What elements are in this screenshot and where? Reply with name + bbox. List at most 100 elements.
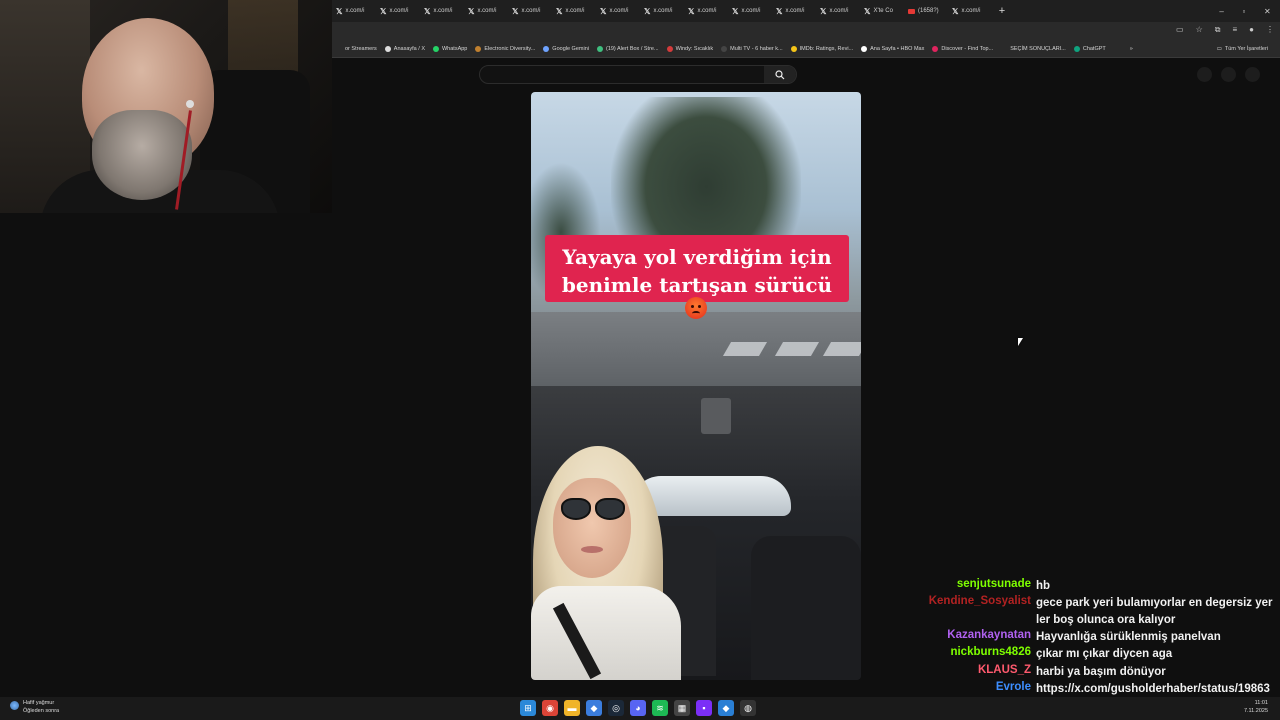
chat-username: Kazankaynatan: [947, 629, 1031, 641]
chat-text: hb: [1036, 580, 1051, 592]
chat-username: senjutsunade: [956, 578, 1031, 590]
bookmark-label: Multi TV - 6 haber k...: [730, 46, 783, 52]
rearview-mirror: [701, 398, 731, 434]
chat-message: senjutsunade hb: [900, 578, 1280, 595]
chat-text: Hayvanlığa sürüklenmiş panelvan: [1036, 631, 1221, 643]
bookmark-favicon-icon: [432, 46, 439, 52]
chat-message: KLAUS_Z harbi ya başım dönüyor: [900, 664, 1280, 681]
weather-subtitle: Öğleden sonra: [23, 708, 60, 714]
browser-tab[interactable]: 𝕏x.com/i: [508, 0, 552, 22]
bookmark-item[interactable]: Anasayfa / X: [381, 46, 429, 52]
bookmark-label: Electronic Diversity...: [484, 46, 536, 52]
bookmark-favicon-icon: [336, 46, 342, 52]
chat-text: çıkar mı çıkar diycen aga: [1036, 648, 1173, 660]
bookmark-item[interactable]: Google Gemini: [539, 46, 593, 52]
browser-tab[interactable]: 𝕏x.com/i: [728, 0, 772, 22]
chat-text: harbi ya başım dönüyor: [1036, 666, 1166, 678]
tab-label: (1658?): [918, 8, 939, 14]
chat-message: Kendine_Sosyalist gece park yeri bulamıyo…: [900, 595, 1280, 629]
browser-tab[interactable]: 𝕏x.com/i: [772, 0, 816, 22]
white-jacket: [531, 586, 681, 680]
bookmark-label: Windy: Sıcaklık: [675, 46, 714, 52]
browser-tab[interactable]: 𝕏x.com/i: [552, 0, 596, 22]
browser-tab[interactable]: 𝕏x.com/i: [640, 0, 684, 22]
minimize-button[interactable]: –: [1219, 7, 1223, 16]
tab-label: x.com/i: [609, 8, 629, 14]
bookmark-favicon-icon: [1073, 46, 1080, 52]
bookmark-item[interactable]: Multi TV - 6 haber k...: [717, 46, 786, 52]
file-explorer-icon[interactable]: ▬: [564, 700, 580, 716]
tab-label: x.com/i: [961, 8, 981, 14]
media-icon[interactable]: ≡: [1232, 25, 1237, 35]
browser-tab[interactable]: 𝕏x.com/i: [420, 0, 464, 22]
browser-tab[interactable]: (1658?): [904, 0, 948, 22]
x-icon: 𝕏: [556, 6, 563, 16]
video-caption: Yayaya yol verdiğim için benimle tartışa…: [545, 235, 849, 302]
screen: 𝕏x.com/i 𝕏x.com/i 𝕏x.com/i 𝕏x.com/i 𝕏x.com/i…: [0, 0, 1280, 720]
tab-label: x.com/i: [785, 8, 805, 14]
cast-icon[interactable]: ▭: [1176, 25, 1184, 35]
obs-icon[interactable]: ◍: [740, 700, 756, 716]
app-blue-icon[interactable]: ◆: [586, 700, 602, 716]
star-icon[interactable]: ☆: [1196, 25, 1203, 35]
browser-tab[interactable]: 𝕏x.com/i: [948, 0, 992, 22]
bookmark-item[interactable]: ChatGPT: [1070, 46, 1110, 52]
chat-message: nickburns4826 çıkar mı çıkar diycen aga: [900, 646, 1280, 663]
close-button[interactable]: ✕: [1264, 7, 1271, 16]
browser-tab[interactable]: 𝕏x.com/i: [596, 0, 640, 22]
all-bookmarks-folder[interactable]: ▭ Tüm Yer İşaretleri: [1213, 46, 1272, 52]
bookmarks-overflow-button[interactable]: »: [1130, 46, 1133, 52]
bookmark-favicon-icon: [475, 46, 482, 52]
profile-icon[interactable]: ●: [1249, 25, 1254, 35]
extensions-icon[interactable]: ⧉: [1215, 25, 1221, 35]
search-input[interactable]: [479, 65, 797, 84]
bookmark-item[interactable]: Ana Sayfa • HBO Max: [857, 46, 928, 52]
weather-widget[interactable]: Hafif yağmur Öğleden sonra: [10, 699, 59, 715]
video-player[interactable]: Yayaya yol verdiğim için benimle tartışa…: [531, 92, 861, 680]
browser-tab[interactable]: 𝕏x.com/i: [376, 0, 420, 22]
chrome-icon[interactable]: ◉: [542, 700, 558, 716]
bookmark-item[interactable]: Discover - Find Top...: [928, 46, 997, 52]
x-icon: 𝕏: [820, 6, 827, 16]
windows-start-icon[interactable]: ⊞: [520, 700, 536, 716]
system-clock[interactable]: 11:01 7.11.2025: [1244, 699, 1268, 715]
tab-label: x.com/i: [345, 8, 365, 14]
browser-tab[interactable]: 𝕏x.com/i: [816, 0, 860, 22]
bookmark-favicon-icon: [721, 46, 728, 52]
bookmark-item[interactable]: Electronic Diversity...: [471, 46, 539, 52]
taskbar: Hafif yağmur Öğleden sonra ⊞ ◉ ▬ ◆ ◎ ◕ ≋ ▦ ▪ ◆ ◍ 1…: [0, 697, 1280, 720]
bookmark-item[interactable]: (19) Alert Box / Stre...: [593, 46, 663, 52]
bookmark-favicon-icon: [861, 46, 868, 52]
steam-icon[interactable]: ◎: [608, 700, 624, 716]
search-button[interactable]: [764, 66, 796, 83]
header-button-2[interactable]: [1221, 67, 1236, 82]
bookmark-item[interactable]: WhatsApp: [429, 46, 471, 52]
bookmark-favicon-icon: [666, 46, 673, 52]
browser-tab[interactable]: 𝕏x.com/i: [464, 0, 508, 22]
bookmark-item[interactable]: Windy: Sıcaklık: [663, 46, 718, 52]
taskbar-apps: ⊞ ◉ ▬ ◆ ◎ ◕ ≋ ▦ ▪ ◆ ◍: [520, 700, 756, 716]
browser-tab[interactable]: 𝕏x.com/i: [332, 0, 376, 22]
x-icon: 𝕏: [644, 6, 651, 16]
bookmark-item[interactable]: or Streamers: [332, 46, 381, 52]
calculator-icon[interactable]: ▦: [674, 700, 690, 716]
maximize-button[interactable]: ▫: [1242, 7, 1245, 16]
clock-date: 7.11.2025: [1243, 708, 1268, 714]
spotify-icon[interactable]: ≋: [652, 700, 668, 716]
browser-tab[interactable]: 𝕏x.com/i: [684, 0, 728, 22]
new-tab-button[interactable]: +: [992, 5, 1012, 17]
discord-icon[interactable]: ◕: [630, 700, 646, 716]
header-button-1[interactable]: [1197, 67, 1212, 82]
bookmark-favicon-icon: [384, 46, 391, 52]
app-purple-icon[interactable]: ▪: [696, 700, 712, 716]
bookmark-item[interactable]: SEÇİM SONUÇLARI...: [997, 46, 1070, 52]
bookmark-label: (19) Alert Box / Stre...: [605, 46, 659, 52]
bookmark-favicon-icon: [543, 46, 550, 52]
bookmark-item[interactable]: IMDb: Ratings, Revi...: [787, 46, 858, 52]
browser-tab[interactable]: 𝕏 X'te Co: [860, 0, 904, 22]
x-icon: 𝕏: [380, 6, 387, 16]
app-cyan-icon[interactable]: ◆: [718, 700, 734, 716]
header-button-3[interactable]: [1245, 67, 1260, 82]
menu-icon[interactable]: ⋮: [1266, 25, 1274, 35]
clock-time: 11:01: [1254, 700, 1268, 706]
